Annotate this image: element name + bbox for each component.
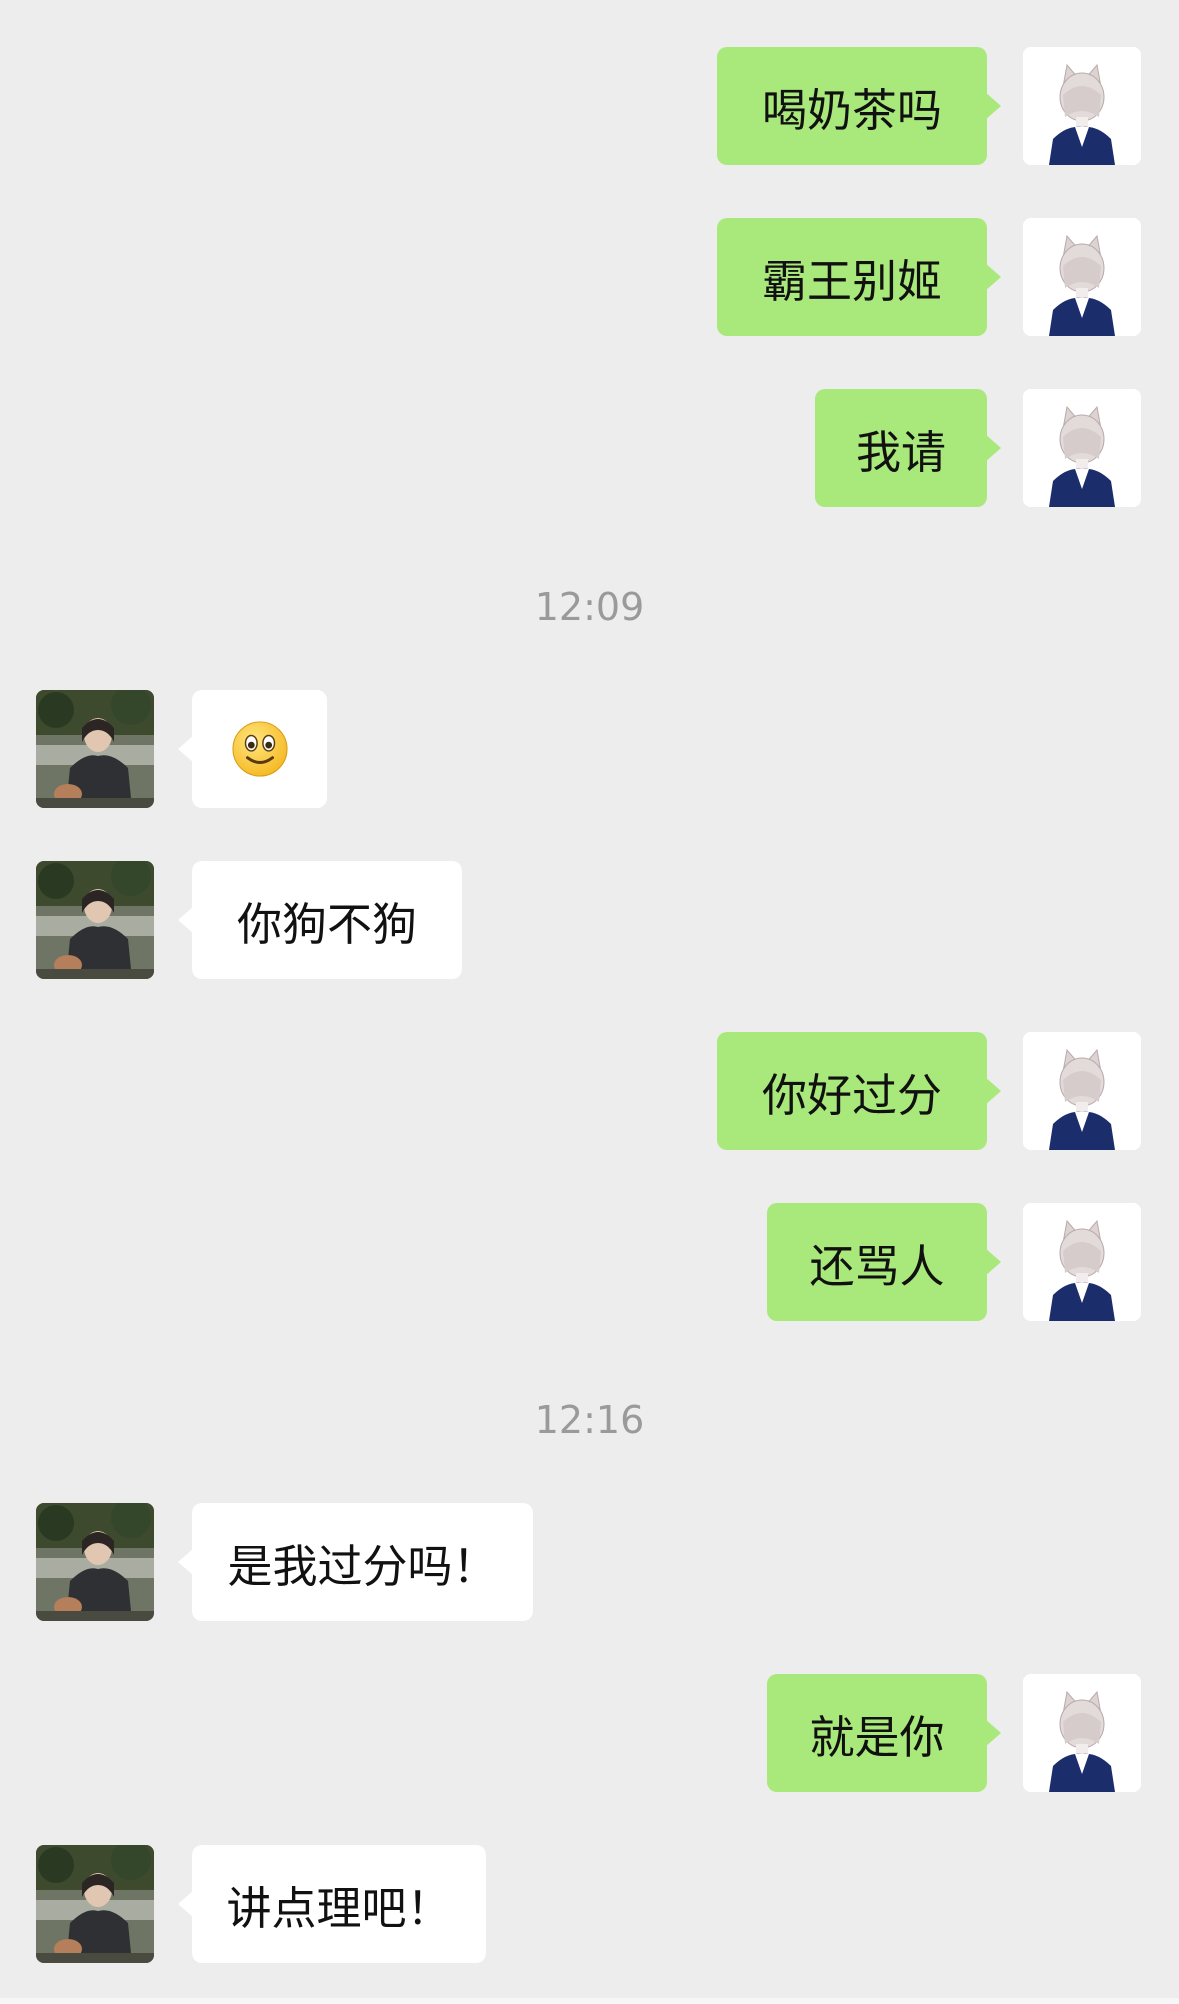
message-text: 你狗不狗 — [236, 897, 417, 951]
user-avatar-icon — [1023, 218, 1141, 336]
smile-emoji-icon — [231, 721, 288, 777]
contact-avatar-icon — [36, 690, 154, 808]
contact-avatar[interactable] — [36, 861, 154, 979]
message-bubble-me[interactable]: 霸王别姬 — [717, 218, 1001, 336]
bottom-edge — [0, 1998, 1179, 2004]
message-text: 讲点理吧！ — [226, 1881, 452, 1935]
message-bubble-me[interactable]: 就是你 — [767, 1674, 1001, 1792]
my-avatar[interactable] — [1023, 1203, 1141, 1321]
message-text: 喝奶茶吗 — [761, 83, 942, 137]
message-text: 霸王别姬 — [761, 254, 942, 308]
contact-avatar-icon — [36, 1503, 154, 1621]
contact-avatar[interactable] — [36, 690, 154, 808]
user-avatar-icon — [1023, 1032, 1141, 1150]
message-text: 还骂人 — [809, 1239, 945, 1293]
message-text: 就是你 — [809, 1710, 945, 1764]
message-bubble-me[interactable]: 喝奶茶吗 — [717, 47, 1001, 165]
timestamp: 12:16 — [534, 1398, 645, 1442]
message-text: 我请 — [855, 425, 946, 479]
message-bubble-other[interactable]: 你狗不狗 — [178, 861, 462, 979]
my-avatar[interactable] — [1023, 1674, 1141, 1792]
contact-avatar[interactable] — [36, 1503, 154, 1621]
my-avatar[interactable] — [1023, 1032, 1141, 1150]
contact-avatar-icon — [36, 861, 154, 979]
message-bubble-me[interactable]: 还骂人 — [767, 1203, 1001, 1321]
message-bubble-other[interactable] — [178, 690, 327, 808]
message-bubble-other[interactable]: 是我过分吗！ — [178, 1503, 533, 1621]
my-avatar[interactable] — [1023, 389, 1141, 507]
user-avatar-icon — [1023, 1674, 1141, 1792]
contact-avatar[interactable] — [36, 1845, 154, 1963]
user-avatar-icon — [1023, 47, 1141, 165]
timestamp: 12:09 — [534, 585, 645, 629]
user-avatar-icon — [1023, 389, 1141, 507]
message-text: 是我过分吗！ — [227, 1539, 498, 1593]
my-avatar[interactable] — [1023, 218, 1141, 336]
message-text: 你好过分 — [761, 1068, 942, 1122]
message-bubble-me[interactable]: 我请 — [815, 389, 1001, 507]
chat-view[interactable]: 喝奶茶吗 霸王别姬 我请 12:09 你狗不狗 你好过分 还骂人 12:16 是… — [0, 0, 1179, 2004]
my-avatar[interactable] — [1023, 47, 1141, 165]
user-avatar-icon — [1023, 1203, 1141, 1321]
message-bubble-me[interactable]: 你好过分 — [717, 1032, 1001, 1150]
message-bubble-other[interactable]: 讲点理吧！ — [178, 1845, 486, 1963]
contact-avatar-icon — [36, 1845, 154, 1963]
